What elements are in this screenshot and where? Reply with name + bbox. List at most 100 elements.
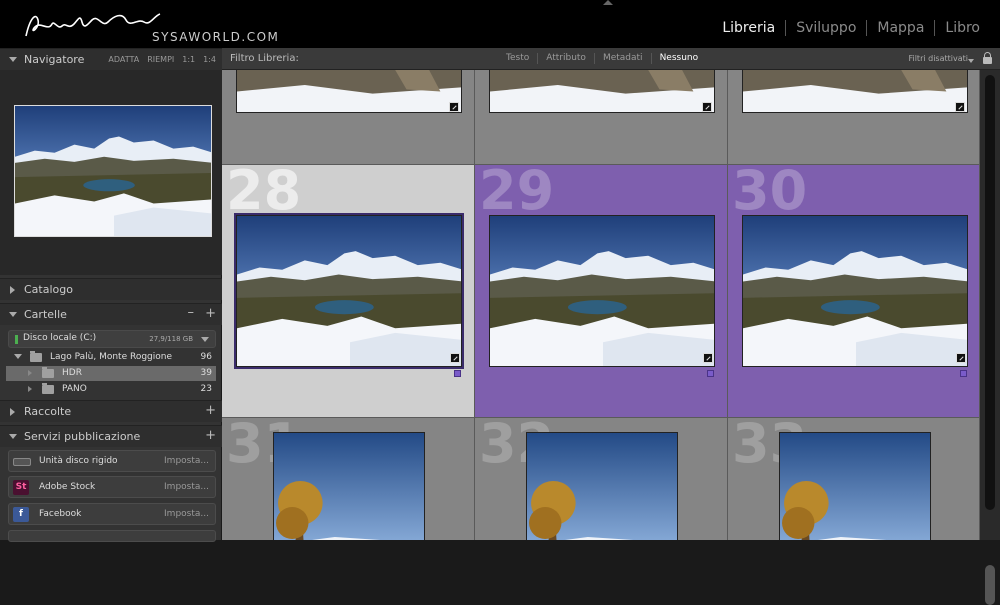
folder-item[interactable]: Lago Palù, Monte Roggione 96 (6, 350, 216, 365)
folder-count: 39 (200, 368, 212, 378)
adobe-stock-icon: St (13, 480, 29, 495)
grid-cell[interactable]: 33 (728, 418, 980, 540)
color-label-icon[interactable] (707, 370, 714, 377)
volume-row[interactable]: Disco locale (C:) 27,9/118 GB (8, 330, 216, 348)
grid-cell-selected[interactable]: 28 (222, 165, 475, 418)
filter-label: Filtro Libreria: (230, 53, 299, 64)
collapse-icon (9, 434, 17, 439)
thumbnail[interactable] (779, 432, 931, 540)
zoom-1-1[interactable]: 1:1 (182, 55, 195, 64)
publish-header[interactable]: Servizi pubblicazione + (0, 425, 222, 447)
publish-service-facebook[interactable]: f Facebook Imposta... (8, 503, 216, 525)
thumbnail[interactable] (273, 432, 425, 540)
grid-cell[interactable]: 31 (222, 418, 475, 540)
hard-drive-icon (13, 458, 31, 466)
library-filter-bar: Filtro Libreria: Testo Attributo Metadat… (222, 48, 1000, 70)
zoom-1-4[interactable]: 1:4 (203, 55, 216, 64)
folder-icon (42, 367, 54, 378)
module-sviluppo[interactable]: Sviluppo (785, 20, 866, 36)
thumbnail[interactable] (489, 215, 715, 367)
folder-name: HDR (62, 368, 82, 378)
collections-title: Raccolte (24, 405, 72, 418)
filter-tab-attribute[interactable]: Attributo (537, 53, 594, 64)
publish-service-partial[interactable] (8, 530, 216, 542)
grid-cell[interactable] (475, 70, 728, 165)
chevron-down-icon[interactable] (201, 337, 209, 342)
grid-cell-selected[interactable]: 29 (475, 165, 728, 418)
filter-tabs: Testo Attributo Metadati Nessuno (498, 53, 706, 64)
color-label-icon[interactable] (454, 370, 461, 377)
setup-link[interactable]: Imposta... (164, 482, 209, 492)
thumbnail[interactable] (234, 213, 464, 369)
grid-scrollbar[interactable] (980, 70, 1000, 605)
identity-plate: SYSAWORLD.COM Libreria Sviluppo Mappa Li… (0, 0, 1000, 48)
thumbnail[interactable] (236, 70, 462, 113)
add-publish-button[interactable]: + (205, 428, 216, 443)
expand-icon (10, 408, 15, 416)
thumbnail[interactable] (526, 432, 678, 540)
navigator-preview[interactable] (0, 70, 222, 275)
module-libro[interactable]: Libro (934, 20, 990, 36)
add-folder-button[interactable]: + (205, 306, 216, 321)
zoom-fill[interactable]: RIEMPI (147, 55, 174, 64)
color-label-icon[interactable] (960, 370, 967, 377)
cell-index: 30 (732, 165, 808, 222)
setup-link[interactable]: Imposta... (164, 509, 209, 519)
volume-status-icon (15, 335, 18, 344)
zoom-fit[interactable]: ADATTA (108, 55, 139, 64)
service-name: Unità disco rigido (39, 456, 118, 466)
navigator-header[interactable]: Navigatore ADATTA RIEMPI 1:1 1:4 (0, 48, 222, 70)
edited-badge-icon[interactable] (449, 102, 459, 112)
thumbnail[interactable] (742, 215, 968, 367)
filter-preset[interactable]: Filtri disattivati (908, 54, 968, 63)
grid-cell[interactable] (222, 70, 475, 165)
thumbnail[interactable] (742, 70, 968, 113)
collapse-icon (9, 57, 17, 62)
collections-header[interactable]: Raccolte + (0, 400, 222, 422)
collapse-icon[interactable] (14, 354, 22, 359)
folders-header[interactable]: Cartelle – + (0, 303, 222, 325)
panel-toggle-top[interactable] (603, 0, 613, 5)
expand-icon[interactable] (28, 386, 32, 392)
navigator-title: Navigatore (24, 53, 85, 66)
folder-count: 23 (200, 384, 212, 394)
volume-name: Disco locale (C:) (23, 333, 97, 343)
filter-tab-none[interactable]: Nessuno (650, 53, 707, 64)
edited-badge-icon[interactable] (702, 102, 712, 112)
facebook-icon: f (13, 507, 29, 522)
navigator-image (14, 105, 212, 237)
grid-cell[interactable] (728, 70, 980, 165)
grid-cell[interactable]: 32 (475, 418, 728, 540)
service-name: Adobe Stock (39, 482, 96, 492)
add-collection-button[interactable]: + (205, 403, 216, 418)
folder-icon (30, 351, 42, 362)
volume-size: 27,9/118 GB (149, 335, 193, 343)
edited-badge-icon[interactable] (450, 353, 460, 363)
folders-title: Cartelle (24, 308, 67, 321)
navigator-zoom: ADATTA RIEMPI 1:1 1:4 (108, 55, 216, 64)
folder-item-hdr[interactable]: HDR 39 (6, 366, 216, 381)
module-libreria[interactable]: Libreria (712, 20, 785, 36)
chevron-down-icon[interactable] (968, 59, 974, 63)
catalog-header[interactable]: Catalogo (0, 278, 222, 300)
module-mappa[interactable]: Mappa (866, 20, 934, 36)
folder-item-pano[interactable]: PANO 23 (6, 382, 216, 397)
filter-tab-text[interactable]: Testo (498, 53, 537, 64)
setup-link[interactable]: Imposta... (164, 456, 209, 466)
grid-cell-selected[interactable]: 30 (728, 165, 980, 418)
filter-tab-metadata[interactable]: Metadati (593, 53, 651, 64)
service-name: Facebook (39, 509, 82, 519)
remove-folder-button[interactable]: – (188, 305, 195, 320)
edited-badge-icon[interactable] (703, 353, 713, 363)
lock-icon[interactable] (983, 52, 992, 64)
edited-badge-icon[interactable] (955, 102, 965, 112)
scrollbar-thumb[interactable] (985, 565, 995, 605)
expand-icon[interactable] (28, 370, 32, 376)
folder-icon (42, 383, 54, 394)
publish-service-adobe-stock[interactable]: St Adobe Stock Imposta... (8, 476, 216, 498)
publish-service-hdd[interactable]: Unità disco rigido Imposta... (8, 450, 216, 472)
thumbnail[interactable] (489, 70, 715, 113)
left-panel: Navigatore ADATTA RIEMPI 1:1 1:4 Catalog… (0, 48, 222, 542)
edited-badge-icon[interactable] (956, 353, 966, 363)
scrollbar-track[interactable] (985, 75, 995, 510)
